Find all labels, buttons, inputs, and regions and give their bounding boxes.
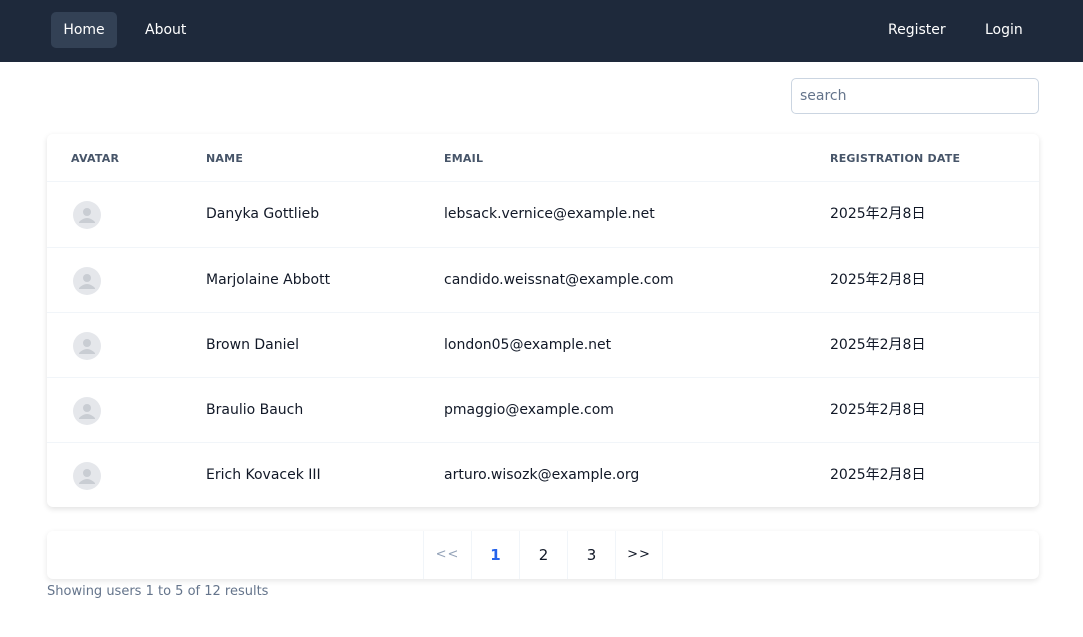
column-header-avatar: AVATAR xyxy=(71,152,120,165)
table-row: Marjolaine Abbott candido.weissnat@examp… xyxy=(47,247,1039,312)
user-name: Brown Daniel xyxy=(206,337,300,353)
table-row: Danyka Gottlieb lebsack.vernice@example.… xyxy=(47,182,1039,247)
pagination-next-button[interactable]: >> xyxy=(615,531,663,579)
table-row: Erich Kovacek III arturo.wisozk@example.… xyxy=(47,442,1039,507)
pagination-prev-button[interactable]: << xyxy=(423,531,471,579)
registration-date: 2025年2月8日 xyxy=(830,272,926,288)
user-name: Marjolaine Abbott xyxy=(206,272,331,288)
user-email: pmaggio@example.com xyxy=(444,402,614,418)
column-header-registration-date: REGISTRATION DATE xyxy=(830,152,961,165)
table-header: AVATAR NAME EMAIL REGISTRATION DATE xyxy=(47,134,1039,182)
column-header-email: EMAIL xyxy=(444,152,484,165)
user-email: lebsack.vernice@example.net xyxy=(444,206,655,222)
nav-register-link[interactable]: Register xyxy=(876,12,958,48)
user-avatar-icon xyxy=(73,397,101,425)
results-summary: Showing users 1 to 5 of 12 results xyxy=(47,584,269,599)
pagination-page-2[interactable]: 2 xyxy=(519,531,567,579)
registration-date: 2025年2月8日 xyxy=(830,467,926,483)
registration-date: 2025年2月8日 xyxy=(830,206,926,222)
nav-about-link[interactable]: About xyxy=(133,12,198,48)
table-row: Braulio Bauch pmaggio@example.com 2025年2… xyxy=(47,377,1039,442)
search-input[interactable] xyxy=(791,78,1039,114)
user-avatar-icon xyxy=(73,201,101,229)
users-table: AVATAR NAME EMAIL REGISTRATION DATE Dany… xyxy=(47,134,1039,507)
user-name: Erich Kovacek III xyxy=(206,467,321,483)
table-row: Brown Daniel london05@example.net 2025年2… xyxy=(47,312,1039,377)
user-avatar-icon xyxy=(73,267,101,295)
pagination: << 1 2 3 >> xyxy=(47,531,1039,579)
pagination-page-1[interactable]: 1 xyxy=(471,531,519,579)
nav-login-link[interactable]: Login xyxy=(973,12,1035,48)
user-email: arturo.wisozk@example.org xyxy=(444,467,640,483)
pagination-page-3[interactable]: 3 xyxy=(567,531,615,579)
user-name: Danyka Gottlieb xyxy=(206,206,320,222)
user-avatar-icon xyxy=(73,332,101,360)
user-avatar-icon xyxy=(73,462,101,490)
user-email: london05@example.net xyxy=(444,337,612,353)
registration-date: 2025年2月8日 xyxy=(830,402,926,418)
user-email: candido.weissnat@example.com xyxy=(444,272,674,288)
registration-date: 2025年2月8日 xyxy=(830,337,926,353)
user-name: Braulio Bauch xyxy=(206,402,304,418)
nav-home-link[interactable]: Home xyxy=(51,12,117,48)
top-navbar: Home About Register Login xyxy=(0,0,1083,62)
column-header-name: NAME xyxy=(206,152,244,165)
